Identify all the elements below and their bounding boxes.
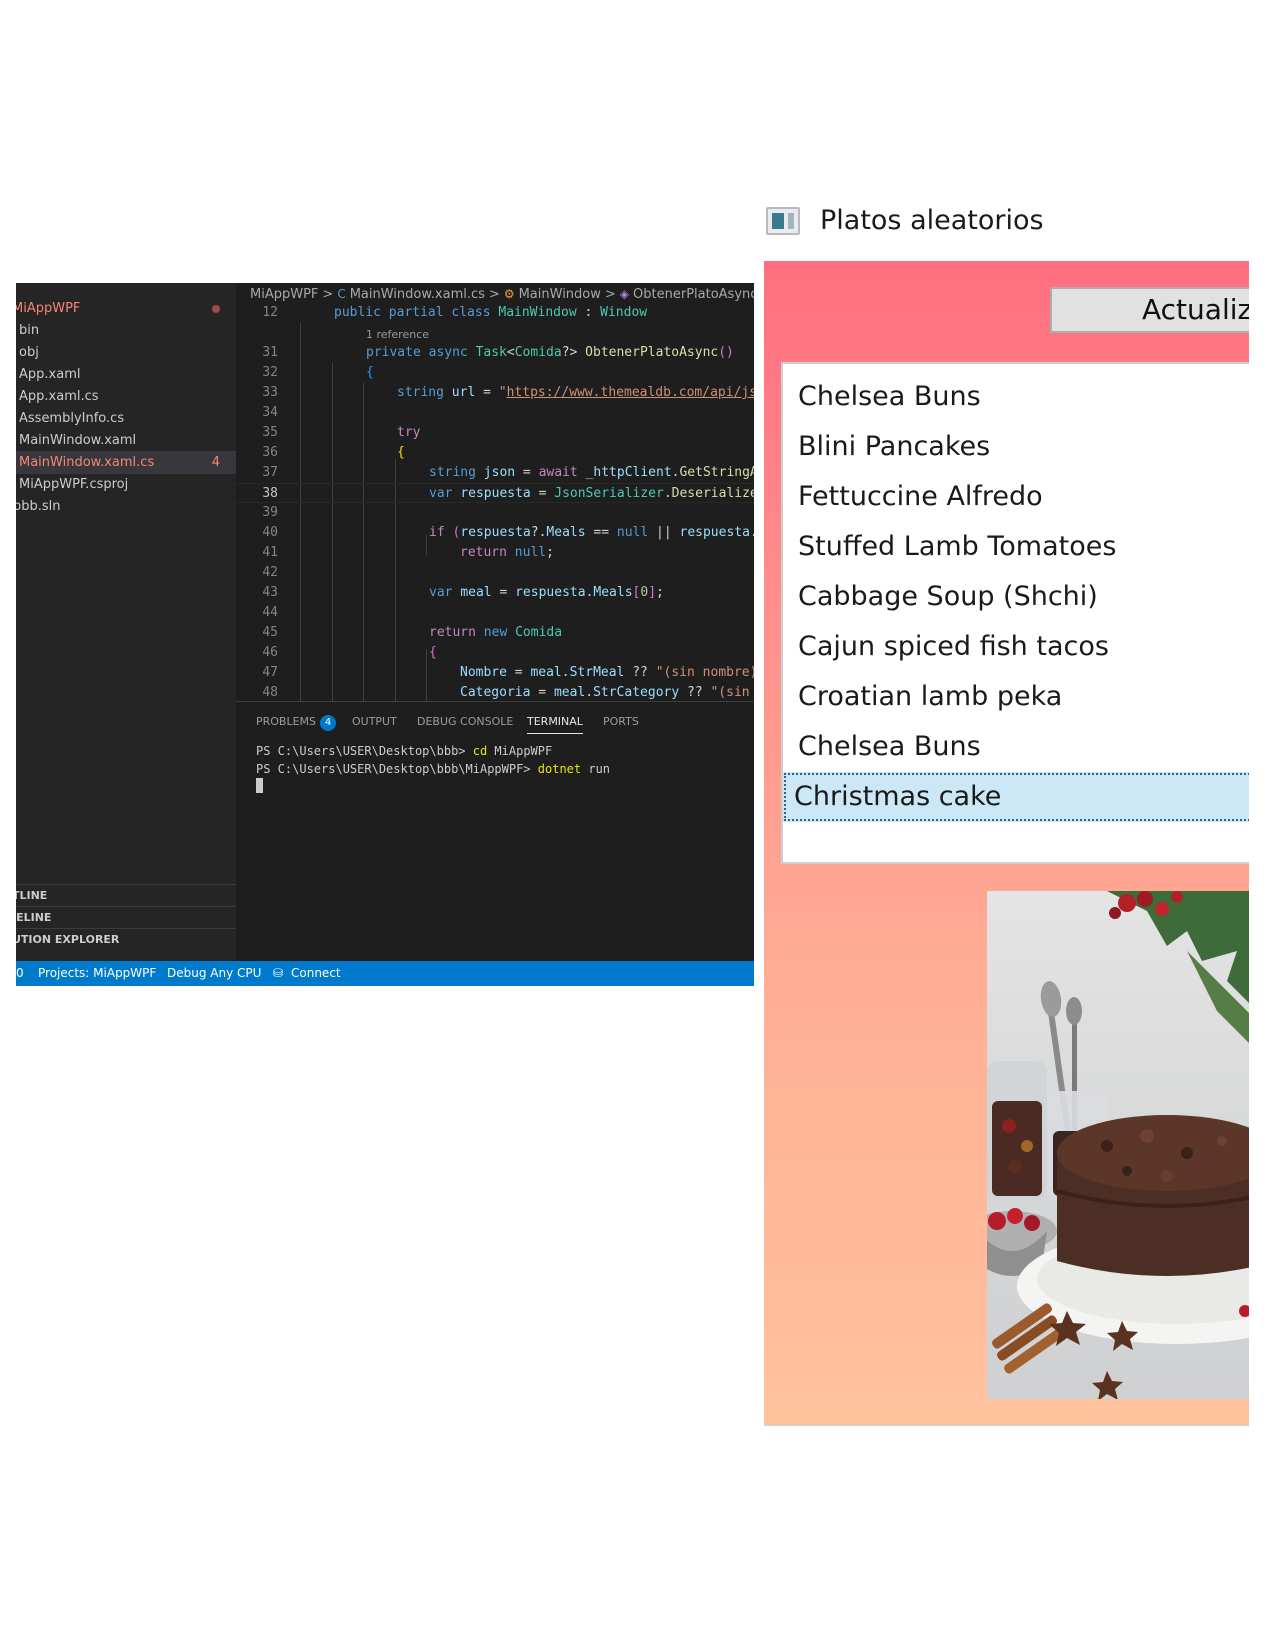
status-bar: 0 Projects: MiAppWPF Debug Any CPU ⛁ Con… (16, 961, 754, 986)
code-line: 41 return null; (262, 545, 554, 560)
code-line: 39 (262, 505, 278, 520)
solution-explorer-section-header[interactable]: UTION EXPLORER (16, 928, 236, 951)
code-line: 33 string url = "https://www.themealdb.co… (262, 385, 754, 400)
chevron-right-icon: > (604, 287, 616, 302)
code-line: 32{ (262, 365, 374, 380)
codelens-reference-hint[interactable]: 1 reference (366, 327, 429, 343)
list-item[interactable]: Chelsea Buns (783, 722, 1249, 772)
code-line: 31 private async Task<Comida?> ObtenerPla… (262, 345, 734, 360)
code-line: 36{ (262, 445, 405, 460)
breadcrumb-project[interactable]: MiAppWPF (250, 287, 318, 302)
status-project[interactable]: Projects: MiAppWPF (38, 961, 156, 986)
list-item-selected[interactable]: Christmas cake (783, 772, 1249, 822)
explorer-sidebar: MiAppWPF bin obj App.xaml App.xaml.cs As… (16, 283, 236, 961)
code-line: 47Nombre = meal.StrMeal ?? "(sin nombre)… (262, 665, 754, 680)
tab-debug-console[interactable]: DEBUG CONSOLE (417, 711, 513, 733)
list-item[interactable]: Stuffed Lamb Tomatoes (783, 522, 1249, 572)
code-line: 35 try (262, 425, 421, 440)
code-line: 40 if (respuesta?.Meals == null || respue… (262, 525, 754, 540)
list-item[interactable]: Cajun spiced fish tacos (783, 622, 1249, 672)
meal-listbox[interactable]: Chelsea Buns Blini Pancakes Fettuccine A… (781, 362, 1249, 864)
code-line: 44 (262, 605, 278, 620)
error-count-badge: 4 (211, 455, 220, 470)
terminal-cursor[interactable] (256, 778, 263, 793)
tree-item-folder[interactable]: obj (16, 341, 236, 364)
timeline-section-header[interactable]: IELINE (16, 906, 236, 929)
code-line-current: 38 var respuesta = JsonSerializer.Deseria… (236, 483, 754, 503)
terminal-line: PS C:\Users\USER\Desktop\bbb\MiAppWPF> d… (256, 762, 611, 776)
tree-item-project-root[interactable]: MiAppWPF (16, 297, 236, 320)
status-build-config[interactable]: Debug Any CPU (167, 961, 261, 986)
terminal-line: PS C:\Users\USER\Desktop\bbb> cd MiAppWP… (256, 744, 553, 758)
code-editor[interactable]: MiAppWPF > C MainWindow.xaml.cs > ⚙ MainWindow… (236, 283, 754, 701)
modified-dot-icon (212, 305, 220, 313)
csharp-file-icon: C (337, 287, 346, 301)
tab-problems[interactable]: PROBLEMS 4 (256, 711, 337, 733)
problems-count-badge: 4 (320, 715, 337, 731)
tree-item-file[interactable]: MainWindow.xaml (16, 429, 236, 452)
class-icon: ⚙ (503, 287, 515, 301)
window-title: Platos aleatorios (820, 205, 1044, 236)
tab-terminal[interactable]: TERMINAL (527, 711, 583, 734)
tree-item-folder[interactable]: bin (16, 319, 236, 342)
vscode-window: MiAppWPF bin obj App.xaml App.xaml.cs As… (16, 283, 754, 986)
tree-item-file[interactable]: App.xaml (16, 363, 236, 386)
chevron-right-icon: > (488, 287, 500, 302)
tab-output[interactable]: OUTPUT (352, 711, 397, 733)
status-connect[interactable]: Connect (291, 961, 341, 986)
list-item[interactable]: Chelsea Buns (783, 372, 1249, 422)
tree-item-file[interactable]: MiAppWPF.csproj (16, 473, 236, 496)
code-line: 34 (262, 405, 278, 420)
status-count[interactable]: 0 (16, 961, 24, 986)
refresh-button[interactable]: Actualiz (1050, 287, 1249, 333)
tree-item-file[interactable]: App.xaml.cs (16, 385, 236, 408)
meal-photo (987, 891, 1249, 1399)
code-line: 37 string json = await _httpClient.GetStr… (262, 465, 754, 480)
app-window-icon (766, 207, 800, 235)
code-line: 48 Categoria = meal.StrCategory ?? "(sin … (262, 685, 750, 700)
list-item[interactable]: Blini Pancakes (783, 422, 1249, 472)
outline-section-header[interactable]: TLINE (16, 884, 236, 907)
breadcrumb-class[interactable]: MainWindow (519, 287, 601, 302)
list-item[interactable]: Cabbage Soup (Shchi) (783, 572, 1249, 622)
christmas-cake-image (987, 891, 1249, 1399)
tab-ports[interactable]: PORTS (603, 711, 639, 733)
wpf-client-area: Actualiz Chelsea Buns Blini Pancakes Fet… (764, 261, 1249, 1426)
tree-item-file[interactable]: bbb.sln (16, 495, 236, 518)
chevron-right-icon: > (322, 287, 334, 302)
code-line: 42 (262, 565, 278, 580)
code-line: 45 return new Comida (262, 625, 563, 640)
list-item[interactable]: Croatian lamb peka (783, 672, 1249, 722)
breadcrumb-method[interactable]: ObtenerPlatoAsync (633, 287, 754, 302)
method-icon: ◈ (619, 287, 630, 301)
code-line: 12 public partial class MainWindow : Wind… (262, 305, 648, 320)
code-line: 46{ (262, 645, 437, 660)
tree-item-file[interactable]: AssemblyInfo.cs (16, 407, 236, 430)
code-line: 43 var meal = respuesta.Meals[0]; (262, 585, 664, 600)
breadcrumb: MiAppWPF > C MainWindow.xaml.cs > ⚙ MainWindow… (236, 283, 754, 305)
list-item[interactable]: Fettuccine Alfredo (783, 472, 1249, 522)
database-icon: ⛁ (273, 966, 284, 980)
breadcrumb-file[interactable]: MainWindow.xaml.cs (350, 287, 485, 302)
bottom-panel: PROBLEMS 4 OUTPUT DEBUG CONSOLE TERMINAL … (236, 701, 754, 962)
tree-item-active-file[interactable]: MainWindow.xaml.cs 4 (16, 451, 236, 474)
